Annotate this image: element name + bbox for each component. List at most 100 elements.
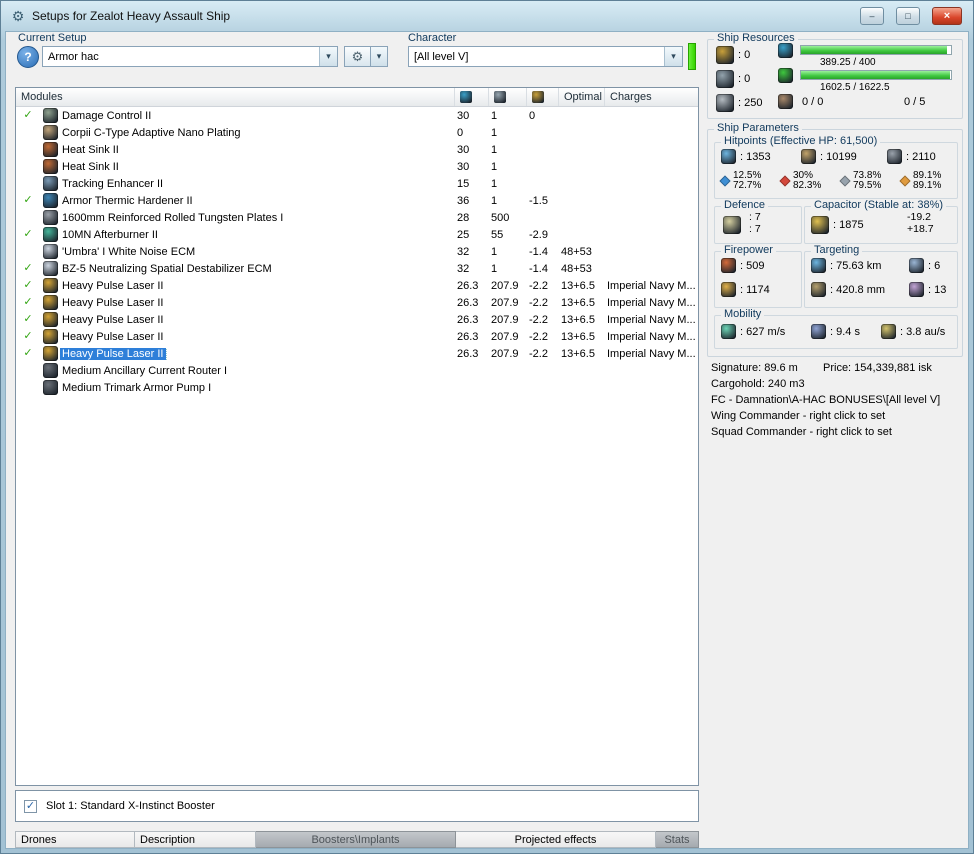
- ship-parameters-title: Ship Parameters: [714, 122, 802, 134]
- capacitor-capacity-value: 1875: [833, 219, 863, 231]
- help-button[interactable]: ?: [17, 46, 39, 68]
- shield-hp-value: 1353: [740, 151, 770, 163]
- bottom-tab-description[interactable]: Description: [135, 831, 256, 848]
- capacitor-recharge-value: +18.7: [907, 223, 934, 235]
- module-cpu-value: 26.3: [457, 330, 479, 343]
- module-name: Tracking Enhancer II: [62, 177, 164, 190]
- defence-icon: [723, 216, 741, 234]
- module-active-check-icon[interactable]: ✓: [16, 314, 40, 325]
- module-name-cell: Corpii C-Type Adaptive Nano Plating: [60, 127, 454, 139]
- module-cap-value: -2.2: [529, 313, 548, 326]
- current-setup-combo[interactable]: Armor hac ▾: [42, 46, 338, 67]
- module-name: Corpii C-Type Adaptive Nano Plating: [62, 126, 241, 139]
- squad-commander-text[interactable]: Squad Commander - right click to set: [711, 426, 892, 438]
- module-active-check-icon[interactable]: ✓: [16, 297, 40, 308]
- module-slot-cell: [40, 363, 60, 378]
- module-active-check-icon[interactable]: ✓: [16, 331, 40, 342]
- module-name: Heavy Pulse Laser II: [60, 347, 167, 360]
- module-row[interactable]: Tracking Enhancer II 15 1: [16, 175, 698, 192]
- chevron-down-icon[interactable]: ▾: [319, 47, 337, 66]
- fitting-tools-button[interactable]: ⚙ ▾: [344, 46, 388, 67]
- volley-icon: [721, 282, 736, 297]
- maximize-button[interactable]: □: [896, 7, 920, 25]
- bottom-tab-stats[interactable]: Stats: [656, 831, 699, 848]
- bottom-tab-drones[interactable]: Drones: [15, 831, 135, 848]
- targeting-group: Targeting 75.63 km 6 420.8 mm 13: [804, 244, 958, 308]
- chevron-down-icon[interactable]: ▾: [664, 47, 682, 66]
- pulse-laser-icon: [42, 295, 58, 310]
- module-name-cell: Heavy Pulse Laser II: [60, 347, 454, 360]
- charges-column-header[interactable]: Charges: [604, 88, 698, 106]
- booster-checkbox[interactable]: ✓: [24, 799, 37, 813]
- module-row[interactable]: ✓ 10MN Afterburner II 25 55 -2.9: [16, 226, 698, 243]
- bottom-tab-projected-effects[interactable]: Projected effects: [456, 831, 656, 848]
- booster-slot-row[interactable]: ✓ Slot 1: Standard X-Instinct Booster: [15, 790, 699, 822]
- cpu-column-header[interactable]: [454, 88, 488, 106]
- cpu-usage-text: 389.25 / 400: [820, 57, 876, 68]
- optimal-column-header[interactable]: Optimal: [558, 88, 604, 106]
- module-row[interactable]: 'Umbra' I White Noise ECM 32 1 -1.4 48+53: [16, 243, 698, 260]
- fleet-commander-text[interactable]: FC - Damnation\A-HAC BONUSES\[All level …: [711, 394, 940, 406]
- module-charge-value: Imperial Navy M...: [607, 330, 696, 343]
- module-cap-value: -1.4: [529, 262, 548, 275]
- tools-dropdown-icon[interactable]: ▾: [371, 46, 388, 67]
- powergrid-column-header[interactable]: [488, 88, 526, 106]
- module-name-cell: 'Umbra' I White Noise ECM: [60, 246, 454, 258]
- module-active-check-icon[interactable]: ✓: [16, 110, 40, 121]
- module-name-cell: 1600mm Reinforced Rolled Tungsten Plates…: [60, 212, 454, 224]
- module-slot-cell: [40, 125, 60, 140]
- module-slot-cell: [40, 261, 60, 276]
- module-row[interactable]: ✓ Damage Control II 30 1 0: [16, 107, 698, 124]
- module-cpu-value: 26.3: [457, 347, 479, 360]
- character-combo[interactable]: [All level V] ▾: [408, 46, 683, 67]
- module-row[interactable]: ✓ Heavy Pulse Laser II 26.3 207.9 -2.2 13+6.5…: [16, 311, 698, 328]
- wing-commander-text[interactable]: Wing Commander - right click to set: [711, 410, 885, 422]
- module-cpu-value: 30: [457, 109, 470, 122]
- capacitor-column-header[interactable]: [526, 88, 558, 106]
- module-active-check-icon[interactable]: ✓: [16, 348, 40, 359]
- module-pg-value: 207.9: [491, 330, 519, 343]
- align-time-icon: [811, 324, 826, 339]
- dps-value: 509: [740, 260, 764, 272]
- wrench-icon[interactable]: ⚙: [344, 46, 371, 67]
- module-row[interactable]: 1600mm Reinforced Rolled Tungsten Plates…: [16, 209, 698, 226]
- module-active-check-icon[interactable]: ✓: [16, 263, 40, 274]
- module-pg-value: 207.9: [491, 296, 519, 309]
- titlebar[interactable]: ⚙ Setups for Zealot Heavy Assault Ship –…: [2, 2, 972, 30]
- modules-column-header[interactable]: Modules: [16, 88, 454, 106]
- close-icon: ×: [943, 9, 951, 22]
- bottom-tabs: Drones Description Boosters\Implants Projec…: [15, 831, 699, 848]
- module-cap-value: -1.5: [529, 194, 548, 207]
- minimize-button[interactable]: –: [860, 7, 884, 25]
- module-name-cell: Heavy Pulse Laser II: [60, 297, 454, 309]
- module-cpu-value: 30: [457, 143, 470, 156]
- module-name: Armor Thermic Hardener II: [62, 194, 193, 207]
- bottom-tab-boosters-implants[interactable]: Boosters\Implants: [256, 831, 456, 848]
- module-active-check-icon[interactable]: ✓: [16, 280, 40, 291]
- close-button[interactable]: ×: [932, 7, 962, 25]
- module-row[interactable]: Medium Ancillary Current Router I: [16, 362, 698, 379]
- armor-hardener-icon: [42, 193, 58, 208]
- scan-resolution-value: 420.8 mm: [830, 284, 885, 296]
- module-optimal-value: 13+6.5: [561, 347, 595, 360]
- module-row[interactable]: ✓ Heavy Pulse Laser II 26.3 207.9 -2.2 13+6.5…: [16, 277, 698, 294]
- character-value: [All level V]: [414, 50, 469, 63]
- module-row[interactable]: Medium Trimark Armor Pump I: [16, 379, 698, 396]
- module-row[interactable]: Heat Sink II 30 1: [16, 158, 698, 175]
- module-cap-value: -2.2: [529, 296, 548, 309]
- defence-group: Defence 7 7: [714, 199, 802, 244]
- module-active-check-icon[interactable]: ✓: [16, 229, 40, 240]
- powergrid-bar: [800, 70, 952, 80]
- module-pg-value: 1: [491, 177, 498, 190]
- module-row[interactable]: ✓ BZ-5 Neutralizing Spatial Destabilizer …: [16, 260, 698, 277]
- module-row[interactable]: ✓ Heavy Pulse Laser II 26.3 207.9 -2.2 13+6.5…: [16, 328, 698, 345]
- module-name: Heavy Pulse Laser II: [62, 296, 164, 309]
- module-row[interactable]: ✓ Armor Thermic Hardener II 36 1 -1.5: [16, 192, 698, 209]
- module-row[interactable]: ✓ Heavy Pulse Laser II 26.3 207.9 -2.2 13+6.5…: [16, 345, 698, 362]
- module-active-check-icon[interactable]: ✓: [16, 195, 40, 206]
- module-row[interactable]: Heat Sink II 30 1: [16, 141, 698, 158]
- targeting-title: Targeting: [811, 244, 863, 256]
- module-row[interactable]: ✓ Heavy Pulse Laser II 26.3 207.9 -2.2 13+6.5…: [16, 294, 698, 311]
- module-pg-value: 1: [491, 143, 498, 156]
- module-row[interactable]: Corpii C-Type Adaptive Nano Plating 0 1: [16, 124, 698, 141]
